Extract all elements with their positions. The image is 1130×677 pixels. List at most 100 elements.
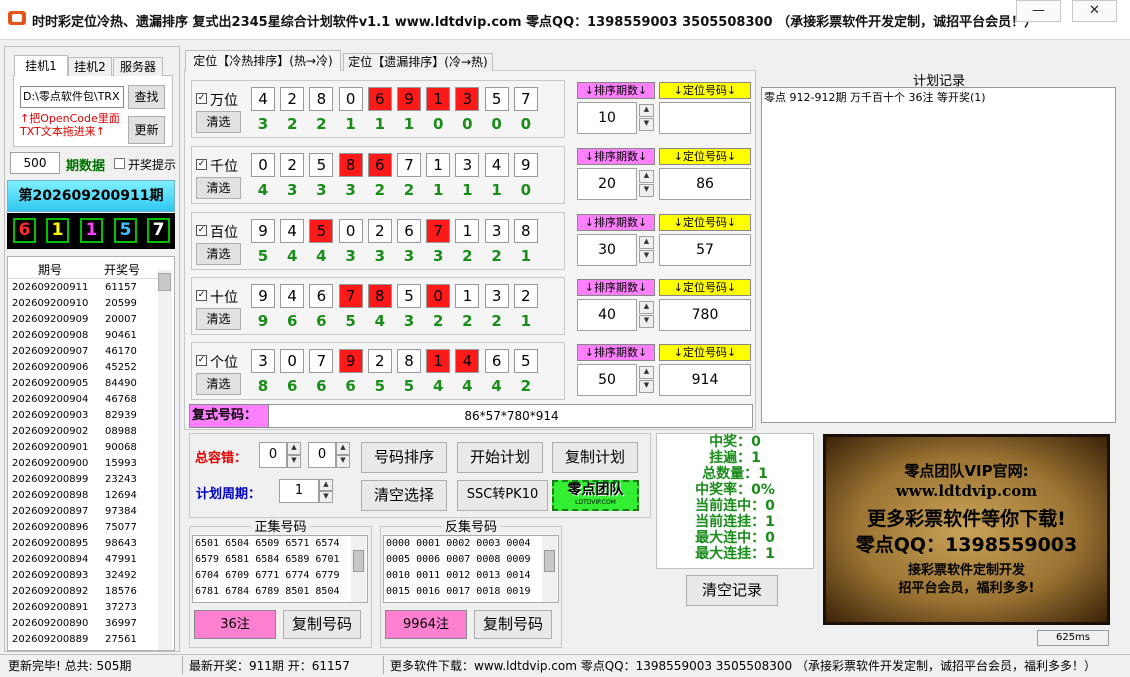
digit-cell[interactable]: 7 [513,87,538,111]
tab-hang2[interactable]: 挂机2 [68,57,112,76]
table-row[interactable]: 202609200892 18576 [8,584,158,600]
sort-periods-input[interactable]: 10 [577,102,637,134]
digit-cell[interactable]: 6 [367,87,392,111]
digit-cell[interactable]: 1 [455,284,480,308]
tab-cold-hot[interactable]: 定位【冷热排序】(热→冷) [185,50,341,71]
spin-down[interactable]: ▼ [319,491,333,503]
spin-down[interactable]: ▼ [639,315,654,328]
spin-down[interactable]: ▼ [639,184,654,197]
digit-cell[interactable]: 9 [397,87,421,111]
table-row[interactable]: 202609200905 84490 [8,376,158,392]
digit-cell[interactable]: 9 [338,349,363,373]
tolerance-input-2[interactable]: 0 [308,442,336,468]
spin-down[interactable]: ▼ [639,380,654,393]
digit-cell[interactable]: 8 [513,219,538,243]
table-row[interactable]: 202609200908 90461 [8,328,158,344]
digit-cell[interactable]: 6 [367,153,392,177]
position-checkbox[interactable]: ✓ [196,93,207,104]
table-row[interactable]: 202609200904 46768 [8,392,158,408]
digit-cell[interactable]: 0 [338,219,363,243]
digit-cell[interactable]: 5 [397,284,421,308]
digit-cell[interactable]: 2 [513,284,538,308]
digit-cell[interactable]: 1 [426,349,451,373]
digit-cell[interactable]: 2 [280,87,305,111]
table-row[interactable]: 202609200910 20599 [8,296,158,312]
close-button[interactable]: ✕ [1072,0,1117,22]
digit-cell[interactable]: 9 [251,219,275,243]
spin-down[interactable]: ▼ [287,455,301,468]
spin-up[interactable]: ▲ [639,366,654,379]
table-row[interactable]: 202609200907 46170 [8,344,158,360]
digit-cell[interactable]: 4 [280,284,305,308]
cycle-input[interactable]: 1 [279,479,319,503]
position-code-input[interactable]: 914 [659,364,751,396]
spin-up[interactable]: ▲ [287,442,301,455]
digit-cell[interactable]: 6 [397,219,421,243]
minimize-button[interactable]: — [1016,0,1061,22]
sort-periods-input[interactable]: 50 [577,364,637,396]
table-row[interactable]: 202609200898 12694 [8,488,158,504]
digit-cell[interactable]: 5 [484,87,509,111]
digit-cell[interactable]: 4 [251,87,275,111]
digit-cell[interactable]: 8 [309,87,334,111]
position-checkbox[interactable]: ✓ [196,290,207,301]
clear-position-button[interactable]: 清选 [196,373,241,395]
digit-cell[interactable]: 5 [513,349,538,373]
digit-cell[interactable]: 9 [251,284,275,308]
spin-down[interactable]: ▼ [336,455,350,468]
position-checkbox[interactable]: ✓ [196,159,207,170]
table-row[interactable]: 202609200899 23243 [8,472,158,488]
spin-up[interactable]: ▲ [319,479,333,491]
start-plan-button[interactable]: 开始计划 [457,442,543,473]
digit-cell[interactable]: 9 [513,153,538,177]
positive-scrollbar[interactable] [351,536,366,602]
table-row[interactable]: 202609200889 27561 [8,632,158,648]
periods-input[interactable]: 500 [10,152,60,174]
position-checkbox[interactable]: ✓ [196,355,207,366]
digit-cell[interactable]: 5 [309,219,334,243]
digit-cell[interactable]: 3 [455,87,480,111]
digit-cell[interactable]: 0 [426,284,451,308]
table-row[interactable]: 202609200894 47991 [8,552,158,568]
sort-periods-input[interactable]: 30 [577,234,637,266]
plan-record-textarea[interactable]: 零点 912-912期 万千百十个 36注 等开奖(1) [761,87,1116,423]
scroll-thumb[interactable] [353,550,364,572]
clear-position-button[interactable]: 清选 [196,177,241,199]
sort-numbers-button[interactable]: 号码排序 [361,442,447,473]
digit-cell[interactable]: 5 [309,153,334,177]
open-hint-checkbox[interactable] [114,158,125,169]
position-code-input[interactable]: 57 [659,234,751,266]
scroll-thumb[interactable] [158,273,171,291]
digit-cell[interactable]: 8 [397,349,421,373]
digit-cell[interactable]: 6 [484,349,509,373]
table-row[interactable]: 202609200895 98643 [8,536,158,552]
position-code-input[interactable]: 780 [659,299,751,331]
table-row[interactable]: 202609200900 15993 [8,456,158,472]
tab-missing[interactable]: 定位【遗漏排序】(冷→热) [343,53,493,71]
digit-cell[interactable]: 0 [338,87,363,111]
ad-banner[interactable]: 零点团队VIP官网: www.ldtdvip.com 更多彩票软件等你下载! 零… [823,434,1110,625]
clear-position-button[interactable]: 清选 [196,243,241,265]
digit-cell[interactable]: 0 [280,349,305,373]
spin-up[interactable]: ▲ [639,301,654,314]
digit-cell[interactable]: 7 [397,153,421,177]
clear-position-button[interactable]: 清选 [196,111,241,133]
table-row[interactable]: 202609200890 36997 [8,616,158,632]
copy-positive-button[interactable]: 复制号码 [283,610,361,639]
team-logo[interactable]: 零点团队 LDTDVIP.COM [552,480,639,511]
clear-selection-button[interactable]: 清空选择 [361,480,447,511]
table-row[interactable]: 202609200909 20007 [8,312,158,328]
digit-cell[interactable]: 4 [280,219,305,243]
digit-cell[interactable]: 7 [426,219,451,243]
copy-plan-button[interactable]: 复制计划 [552,442,638,473]
clear-position-button[interactable]: 清选 [196,308,241,330]
negative-scrollbar[interactable] [542,536,557,602]
digit-cell[interactable]: 0 [251,153,275,177]
spin-up[interactable]: ▲ [639,236,654,249]
table-row[interactable]: 202609200896 75077 [8,520,158,536]
spin-down[interactable]: ▼ [639,250,654,263]
spin-down[interactable]: ▼ [639,118,654,131]
digit-cell[interactable]: 7 [338,284,363,308]
clear-record-button[interactable]: 清空记录 [686,575,778,606]
refresh-button[interactable]: 更新 [128,116,165,144]
